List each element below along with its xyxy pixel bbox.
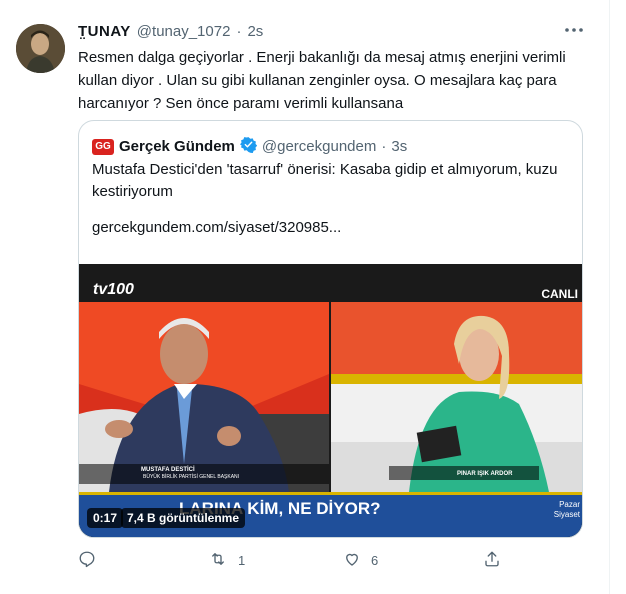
handle[interactable]: @tunay_1072 xyxy=(137,23,231,40)
retweet-button[interactable]: 1 xyxy=(208,550,245,571)
heart-icon xyxy=(343,550,361,571)
reply-button[interactable] xyxy=(78,550,106,571)
verified-badge-icon xyxy=(239,136,258,157)
reply-icon xyxy=(78,550,96,571)
video-duration: 0:17 xyxy=(87,508,124,528)
tweet-text: Resmen dalga geçiyorlar . Enerji bakanlı… xyxy=(78,49,566,112)
live-badge: CANLI xyxy=(541,287,578,301)
video-frame xyxy=(79,264,582,537)
tweet-actions: 1 6 xyxy=(78,550,588,570)
caption-left-title: BÜYÜK BİRLİK PARTİSİ GENEL BAŞKANI xyxy=(143,474,240,480)
quote-avatar[interactable]: GG xyxy=(92,138,114,155)
quote-header: GG Gerçek Gündem @gercekgundem · 3s xyxy=(92,136,407,157)
separator-dot: · xyxy=(236,23,242,40)
like-button[interactable]: 6 xyxy=(343,550,378,571)
caption-left-name: MUSTAFA DESTİCİ xyxy=(141,467,195,473)
quote-text: Mustafa Destici'den 'tasarruf' önerisi: … xyxy=(92,161,558,200)
program-label: Pazar Siyaset xyxy=(554,500,580,520)
program-label-line: Pazar xyxy=(559,500,580,509)
share-icon xyxy=(483,550,501,571)
caption-right-name: PINAR IŞIK ARDOR xyxy=(457,471,513,477)
display-name[interactable]: T̤UNAY xyxy=(78,23,131,40)
quote-handle[interactable]: @gercekgundem xyxy=(262,138,376,155)
retweet-icon xyxy=(208,550,228,571)
timestamp[interactable]: 2s xyxy=(247,23,263,40)
ellipsis-icon[interactable] xyxy=(560,20,588,40)
quote-timestamp[interactable]: 3s xyxy=(391,138,407,155)
tweet-header: T̤UNAY @tunay_1072 · 2s xyxy=(78,23,263,40)
share-button[interactable] xyxy=(483,550,511,571)
separator-dot: · xyxy=(381,138,387,155)
channel-logo: tv100 xyxy=(93,281,134,298)
video-player[interactable]: tv100 CANLI MUSTAFA DESTİCİ BÜYÜK BİRLİK… xyxy=(79,264,582,537)
tweet-card[interactable]: T̤UNAY @tunay_1072 · 2s Resmen dalga geç… xyxy=(0,0,610,594)
retweet-count: 1 xyxy=(238,553,246,568)
video-views: 7,4 B görüntülenme xyxy=(121,508,246,528)
avatar[interactable] xyxy=(16,24,65,73)
quoted-tweet[interactable]: GG Gerçek Gündem @gercekgundem · 3s Must… xyxy=(78,120,583,538)
like-count: 6 xyxy=(371,553,379,568)
program-label-line: Siyaset xyxy=(553,510,580,519)
quote-link[interactable]: gercekgundem.com/siyaset/320985... xyxy=(92,219,341,236)
quote-display-name[interactable]: Gerçek Gündem xyxy=(119,138,235,155)
